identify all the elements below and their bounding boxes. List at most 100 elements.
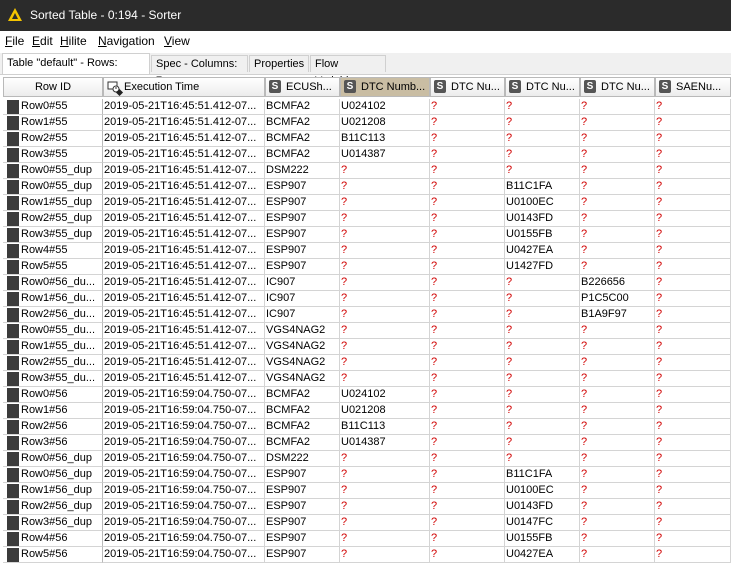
cell-text: ? [506,116,513,128]
menu-navigation[interactable]: Navigation [98,34,155,48]
table-row[interactable]: Row0#55_dup 2019-05-21T16:45:51.412-07...… [0,163,731,179]
table-row[interactable]: Row4#56 2019-05-21T16:59:04.750-07... ESP9… [0,531,731,547]
cell-text: ? [656,532,663,544]
row-id-cell: Row0#56_dup [3,467,103,483]
cell-text: 2019-05-21T16:45:51.412-07... [104,180,257,192]
table-cell: 2019-05-21T16:45:51.412-07... [103,131,265,147]
column-header-dtc-number-2[interactable]: S DTC Nu... [430,77,505,97]
tab-flow-variables[interactable]: Flow Variables [310,55,386,87]
table-row[interactable]: Row0#55_du... 2019-05-21T16:45:51.412-07.… [0,323,731,339]
table-row[interactable]: Row0#56_du... 2019-05-21T16:45:51.412-07.… [0,275,731,291]
table-cell: U0147FC [505,515,580,531]
cell-text: U0155FB [506,532,553,544]
column-header-dtc-number-4[interactable]: S DTC Nu... [580,77,655,97]
column-header-dtc-number-1[interactable]: S DTC Numb... [340,77,430,97]
missing-value-cell: ? [430,339,505,355]
missing-value-cell: ? [430,227,505,243]
cell-text: ? [581,484,588,496]
cell-text: ESP907 [266,548,307,560]
tab-spec[interactable]: Spec - Columns: 7 [151,55,248,87]
cell-text: ? [431,324,438,336]
table-cell: ESP907 [265,531,340,547]
tab-table[interactable]: Table "default" - Rows: 1680 [2,53,150,88]
menu-file[interactable]: File [5,34,24,48]
column-header-ecu-short[interactable]: S ECUSh... [265,77,340,97]
column-header-sae-number[interactable]: S SAENu... [655,77,731,97]
cell-text: Row0#55_du... [21,324,95,336]
missing-value-cell: ? [430,467,505,483]
column-header-label: SAENu... [676,81,722,93]
missing-value-cell: ? [430,291,505,307]
missing-value-cell: ? [505,307,580,323]
table-row[interactable]: Row3#55_dup 2019-05-21T16:45:51.412-07...… [0,227,731,243]
data-table[interactable]: Row ID Execution Time S ECUSh... S DTC Numb..… [0,77,731,566]
table-row[interactable]: Row1#55 2019-05-21T16:45:51.412-07... BCMF… [0,115,731,131]
missing-value-cell: ? [580,339,655,355]
cell-text: ? [656,116,663,128]
missing-value-cell: ? [430,195,505,211]
missing-value-cell: ? [655,483,731,499]
table-row[interactable]: Row3#56 2019-05-21T16:59:04.750-07... BCMF… [0,435,731,451]
table-row[interactable]: Row1#55_dup 2019-05-21T16:45:51.412-07...… [0,195,731,211]
missing-value-cell: ? [430,131,505,147]
column-header-execution-time[interactable]: Execution Time [103,77,265,97]
table-row[interactable]: Row2#55 2019-05-21T16:45:51.412-07... BCMF… [0,131,731,147]
column-header-dtc-number-3[interactable]: S DTC Nu... [505,77,580,97]
table-cell: B11C113 [340,419,430,435]
menu-hilite[interactable]: Hilite [60,34,87,48]
table-row[interactable]: Row0#55 2019-05-21T16:45:51.412-07... BCMF… [0,99,731,115]
cell-text: Row4#56 [21,532,68,544]
cell-text: ? [656,324,663,336]
cell-text: ? [506,452,513,464]
table-cell: 2019-05-21T16:45:51.412-07... [103,339,265,355]
missing-value-cell: ? [340,355,430,371]
table-row[interactable]: Row0#56_dup 2019-05-21T16:59:04.750-07...… [0,451,731,467]
menu-edit[interactable]: Edit [32,34,53,48]
cell-text: Row1#56_dup [21,484,92,496]
table-row[interactable]: Row3#55 2019-05-21T16:45:51.412-07... BCMF… [0,147,731,163]
table-row[interactable]: Row2#55_dup 2019-05-21T16:45:51.412-07...… [0,211,731,227]
table-row[interactable]: Row2#56 2019-05-21T16:59:04.750-07... BCMF… [0,419,731,435]
table-cell: BCMFA2 [265,435,340,451]
cell-text: ESP907 [266,468,307,480]
cell-text: Row3#55_dup [21,228,92,240]
cell-text: Row1#56_du... [21,292,95,304]
row-marker [7,180,19,194]
table-cell: B11C113 [340,131,430,147]
cell-text: VGS4NAG2 [266,372,326,384]
table-row[interactable]: Row0#56 2019-05-21T16:59:04.750-07... BCMF… [0,387,731,403]
table-row[interactable]: Row1#56 2019-05-21T16:59:04.750-07... BCMF… [0,403,731,419]
table-row[interactable]: Row1#56_du... 2019-05-21T16:45:51.412-07.… [0,291,731,307]
table-row[interactable]: Row2#55_du... 2019-05-21T16:45:51.412-07.… [0,355,731,371]
table-row[interactable]: Row0#55_dup 2019-05-21T16:45:51.412-07...… [0,179,731,195]
table-row[interactable]: Row3#55_du... 2019-05-21T16:45:51.412-07.… [0,371,731,387]
cell-text: ? [581,148,588,160]
table-row[interactable]: Row2#56_dup 2019-05-21T16:59:04.750-07...… [0,499,731,515]
table-row[interactable]: Row5#56 2019-05-21T16:59:04.750-07... ESP9… [0,547,731,563]
missing-value-cell: ? [340,195,430,211]
column-header-label: ECUSh... [286,81,332,93]
table-row[interactable]: Row5#55 2019-05-21T16:45:51.412-07... ESP9… [0,259,731,275]
table-row[interactable]: Row3#56_dup 2019-05-21T16:59:04.750-07...… [0,515,731,531]
table-row[interactable]: Row4#55 2019-05-21T16:45:51.412-07... ESP9… [0,243,731,259]
cell-text: ? [341,260,348,272]
missing-value-cell: ? [655,355,731,371]
table-row[interactable]: Row0#56_dup 2019-05-21T16:59:04.750-07...… [0,467,731,483]
table-row[interactable]: Row1#56_dup 2019-05-21T16:59:04.750-07...… [0,483,731,499]
missing-value-cell: ? [655,131,731,147]
table-cell: 2019-05-21T16:45:51.412-07... [103,227,265,243]
missing-value-cell: ? [340,259,430,275]
missing-value-cell: ? [430,531,505,547]
column-header-row-id[interactable]: Row ID [3,77,103,97]
cell-text: 2019-05-21T16:45:51.412-07... [104,324,257,336]
table-row[interactable]: Row2#56_du... 2019-05-21T16:45:51.412-07.… [0,307,731,323]
table-cell: U024102 [340,387,430,403]
cell-text: U024102 [341,388,386,400]
menu-view[interactable]: View [164,34,190,48]
row-id-cell: Row0#55_dup [3,179,103,195]
table-row[interactable]: Row1#55_du... 2019-05-21T16:45:51.412-07.… [0,339,731,355]
table-cell: ESP907 [265,499,340,515]
table-cell: IC907 [265,275,340,291]
cell-text: 2019-05-21T16:59:04.750-07... [104,420,257,432]
tab-properties[interactable]: Properties [249,55,309,72]
